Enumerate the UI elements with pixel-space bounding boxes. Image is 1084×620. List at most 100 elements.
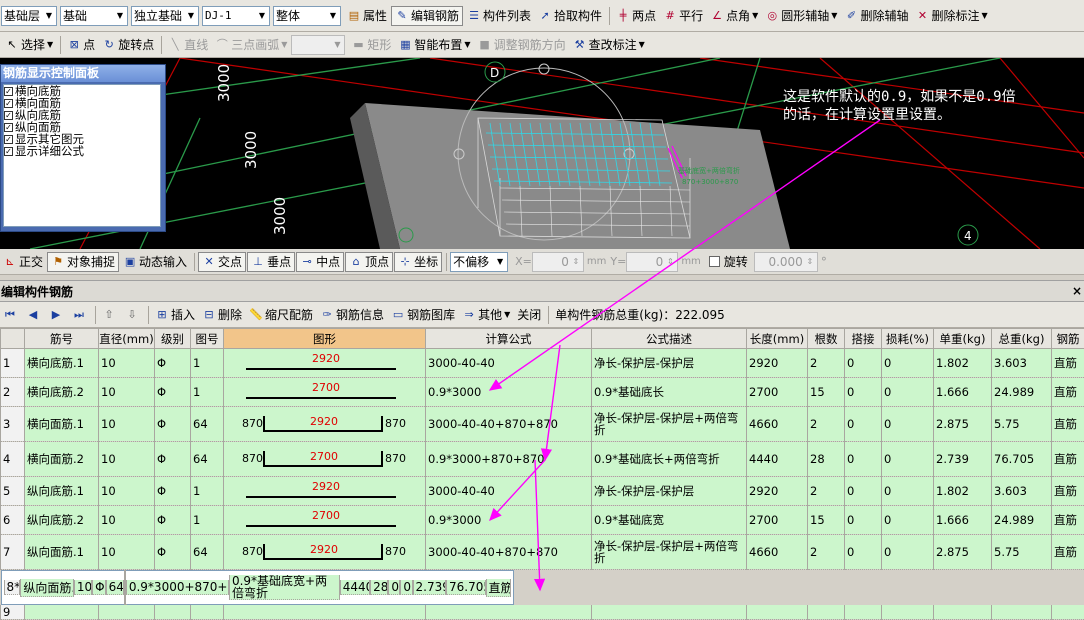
close-icon[interactable]: × bbox=[1072, 284, 1082, 298]
total-weight-cell[interactable]: 76.705 bbox=[446, 580, 486, 595]
shape-cell[interactable]: 8708702920 bbox=[224, 407, 426, 442]
diameter-cell[interactable]: 10 bbox=[99, 535, 155, 570]
grade-cell[interactable]: Φ bbox=[155, 477, 191, 506]
grade-cell[interactable]: Φ bbox=[155, 407, 191, 442]
point-angle-button[interactable]: ∠点角▼ bbox=[707, 6, 761, 26]
diameter-cell[interactable]: 10 bbox=[99, 442, 155, 477]
object-snap-button[interactable]: ⚑对象捕捉 bbox=[47, 252, 119, 272]
figure-no-cell[interactable]: 64 bbox=[191, 407, 224, 442]
total-weight-cell[interactable]: 76.705 bbox=[992, 442, 1052, 477]
count-cell[interactable] bbox=[808, 605, 845, 620]
delete-annotation-button[interactable]: ✕删除标注▼ bbox=[912, 6, 990, 26]
loss-cell[interactable]: 0 bbox=[882, 442, 934, 477]
col-loss[interactable]: 损耗(%) bbox=[882, 329, 934, 349]
line-button[interactable]: ╲直线 bbox=[165, 35, 211, 55]
lap-cell[interactable]: 0 bbox=[845, 378, 882, 407]
col-length[interactable]: 长度(mm) bbox=[747, 329, 808, 349]
description-cell[interactable]: 0.9*基础底长+两倍弯折 bbox=[592, 442, 747, 477]
col-total-weight[interactable]: 总重(kg) bbox=[992, 329, 1052, 349]
grade-cell[interactable]: Φ bbox=[155, 535, 191, 570]
col-rebar-type[interactable]: 钢筋 bbox=[1052, 329, 1084, 349]
bar-name-cell[interactable]: 横向底筋.2 bbox=[25, 378, 99, 407]
loss-cell[interactable]: 0 bbox=[882, 378, 934, 407]
vertex-button[interactable]: ⌂顶点 bbox=[345, 252, 393, 272]
count-cell[interactable]: 28 bbox=[808, 442, 845, 477]
bar-name-cell[interactable]: 横向面筋.2 bbox=[25, 442, 99, 477]
count-cell[interactable]: 2 bbox=[808, 349, 845, 378]
unit-weight-cell[interactable] bbox=[934, 605, 992, 620]
move-down-button[interactable]: ⇩ bbox=[122, 305, 144, 325]
rotate-point-button[interactable]: ↻旋转点 bbox=[99, 35, 157, 55]
description-cell[interactable]: 净长-保护层-保护层+两倍弯折 bbox=[592, 407, 747, 442]
diameter-cell[interactable]: 10 bbox=[99, 349, 155, 378]
element-select[interactable]: DJ-1▼ bbox=[202, 6, 270, 26]
loss-cell[interactable]: 0 bbox=[882, 407, 934, 442]
loss-cell[interactable] bbox=[882, 605, 934, 620]
unit-weight-cell[interactable]: 2.739 bbox=[413, 580, 446, 595]
figure-no-cell[interactable]: 64 bbox=[106, 580, 124, 595]
last-record-button[interactable]: ⏭ bbox=[69, 305, 91, 325]
shape-cell[interactable]: 2920 bbox=[224, 477, 426, 506]
smart-layout-button[interactable]: ▦智能布置▼ bbox=[395, 35, 473, 55]
length-cell[interactable]: 2700 bbox=[747, 378, 808, 407]
table-row[interactable]: 9 bbox=[1, 605, 1084, 620]
bar-name-cell[interactable]: 横向底筋.1 bbox=[25, 349, 99, 378]
length-cell[interactable]: 2700 bbox=[747, 506, 808, 535]
col-shape[interactable]: 图形 bbox=[224, 329, 426, 349]
delete-button[interactable]: ⊟删除 bbox=[199, 305, 245, 325]
perpendicular-button[interactable]: ⊥垂点 bbox=[247, 252, 295, 272]
x-coordinate-input[interactable]: 0⇕ bbox=[532, 252, 584, 272]
total-weight-cell[interactable] bbox=[992, 605, 1052, 620]
description-cell[interactable]: 0.9*基础底宽+两倍弯折 bbox=[229, 575, 340, 600]
grade-cell[interactable]: Φ bbox=[155, 378, 191, 407]
loss-cell[interactable]: 0 bbox=[882, 535, 934, 570]
col-unit-weight[interactable]: 单重(kg) bbox=[934, 329, 992, 349]
figure-no-cell[interactable]: 1 bbox=[191, 506, 224, 535]
col-lap[interactable]: 搭接 bbox=[845, 329, 882, 349]
length-cell[interactable]: 4660 bbox=[747, 407, 808, 442]
type-select[interactable]: 独立基础▼ bbox=[131, 6, 199, 26]
rebar-type-cell[interactable]: 直筋 bbox=[1052, 378, 1084, 407]
total-weight-cell[interactable]: 5.75 bbox=[992, 407, 1052, 442]
unit-weight-cell[interactable]: 2.875 bbox=[934, 535, 992, 570]
intersection-button[interactable]: ✕交点 bbox=[198, 252, 246, 272]
bar-name-cell[interactable]: 横向面筋.1 bbox=[25, 407, 99, 442]
grade-cell[interactable] bbox=[155, 605, 191, 620]
count-cell[interactable]: 2 bbox=[808, 535, 845, 570]
count-cell[interactable]: 28 bbox=[370, 580, 388, 595]
rebar-type-cell[interactable]: 直筋 bbox=[1052, 477, 1084, 506]
unit-weight-cell[interactable]: 1.666 bbox=[934, 378, 992, 407]
table-row[interactable]: 8*纵向面筋.210Φ6487087027000.9*3000+870+8700… bbox=[1, 570, 514, 605]
description-cell[interactable]: 净长-保护层-保护层 bbox=[592, 477, 747, 506]
scale-reinforce-button[interactable]: 📏缩尺配筋 bbox=[246, 305, 316, 325]
rebar-type-cell[interactable]: 直筋 bbox=[1052, 442, 1084, 477]
unit-weight-cell[interactable]: 1.802 bbox=[934, 477, 992, 506]
rebar-type-cell[interactable] bbox=[1052, 605, 1084, 620]
shape-cell[interactable]: 8708702920 bbox=[224, 535, 426, 570]
col-count[interactable]: 根数 bbox=[808, 329, 845, 349]
description-cell[interactable]: 净长-保护层-保护层 bbox=[592, 349, 747, 378]
rotate-angle-input[interactable]: 0.000⇕ bbox=[754, 252, 818, 272]
diameter-cell[interactable]: 10 bbox=[99, 477, 155, 506]
first-record-button[interactable]: ⏮ bbox=[0, 305, 22, 325]
grade-cell[interactable]: Φ bbox=[155, 442, 191, 477]
formula-cell[interactable]: 0.9*3000 bbox=[426, 506, 592, 535]
rotate-checkbox[interactable] bbox=[709, 256, 720, 267]
offset-mode-select[interactable]: 不偏移▼ bbox=[450, 252, 508, 272]
rebar-type-cell[interactable]: 直筋 bbox=[486, 579, 511, 597]
lap-cell[interactable]: 0 bbox=[845, 349, 882, 378]
diameter-cell[interactable] bbox=[99, 605, 155, 620]
unit-weight-cell[interactable]: 2.739 bbox=[934, 442, 992, 477]
description-cell[interactable] bbox=[592, 605, 747, 620]
checkbox-show-formula[interactable]: ✓显示详细公式 bbox=[4, 145, 160, 157]
move-up-button[interactable]: ⇧ bbox=[99, 305, 121, 325]
formula-cell[interactable] bbox=[426, 605, 592, 620]
rebar-type-cell[interactable]: 直筋 bbox=[1052, 407, 1084, 442]
shape-cell[interactable]: 2700 bbox=[224, 378, 426, 407]
table-row[interactable]: 5纵向底筋.110Φ129203000-40-40净长-保护层-保护层29202… bbox=[1, 477, 1084, 506]
col-description[interactable]: 公式描述 bbox=[592, 329, 747, 349]
rebar-type-cell[interactable]: 直筋 bbox=[1052, 349, 1084, 378]
rebar-info-button[interactable]: ✑钢筋信息 bbox=[317, 305, 387, 325]
figure-no-cell[interactable]: 1 bbox=[191, 378, 224, 407]
diameter-cell[interactable]: 10 bbox=[99, 378, 155, 407]
